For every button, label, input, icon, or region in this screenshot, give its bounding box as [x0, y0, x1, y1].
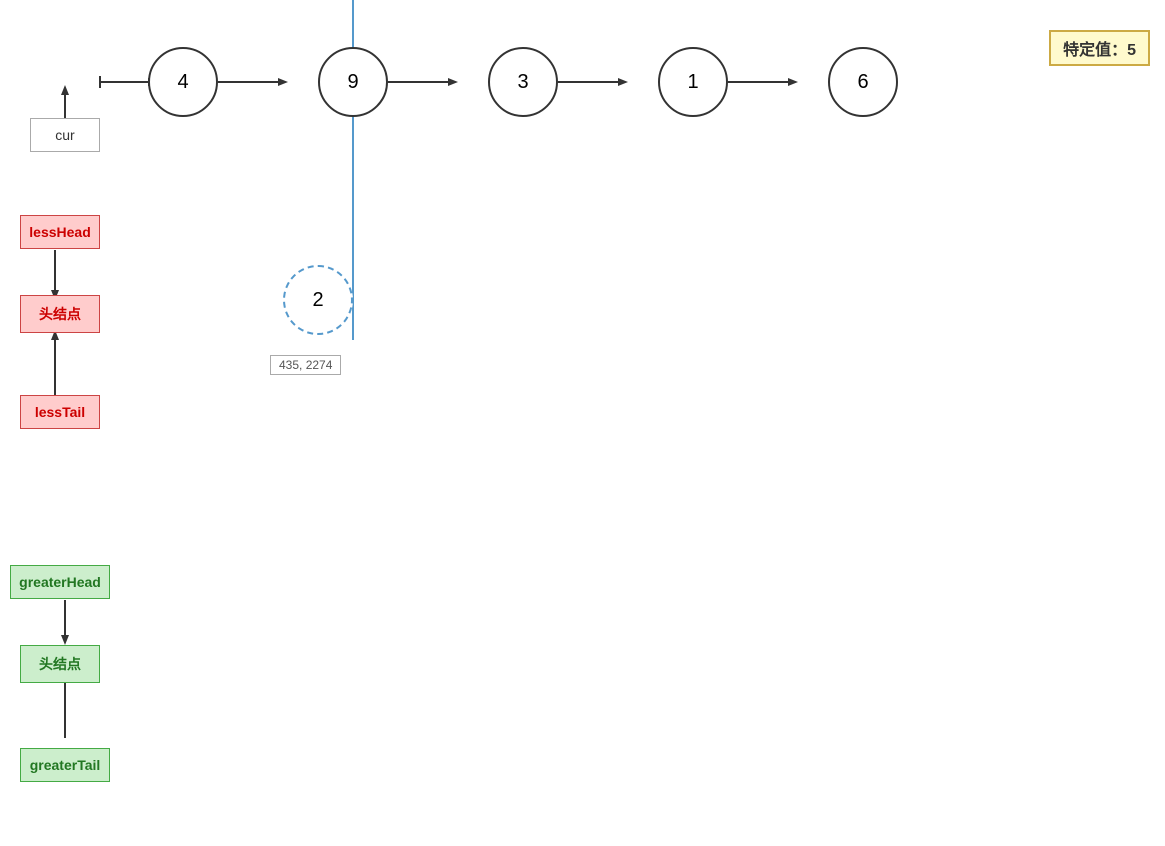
greater-tail-label: greaterTail — [20, 748, 110, 782]
node-4: 4 — [148, 47, 218, 117]
coords-label: 435, 2274 — [270, 355, 341, 375]
node-6: 6 — [828, 47, 898, 117]
special-value-box: 特定值：5 — [1049, 30, 1150, 66]
node-1: 1 — [658, 47, 728, 117]
less-head-label: lessHead — [20, 215, 100, 249]
arrows-svg — [0, 0, 1165, 846]
greater-head-node: 头结点 — [20, 645, 100, 683]
greater-head-label: greaterHead — [10, 565, 110, 599]
less-tail-label: lessTail — [20, 395, 100, 429]
less-head-node: 头结点 — [20, 295, 100, 333]
node-9: 9 — [318, 47, 388, 117]
node-3: 3 — [488, 47, 558, 117]
cur-box: cur — [30, 118, 100, 152]
detached-node-2: 2 — [283, 265, 353, 335]
